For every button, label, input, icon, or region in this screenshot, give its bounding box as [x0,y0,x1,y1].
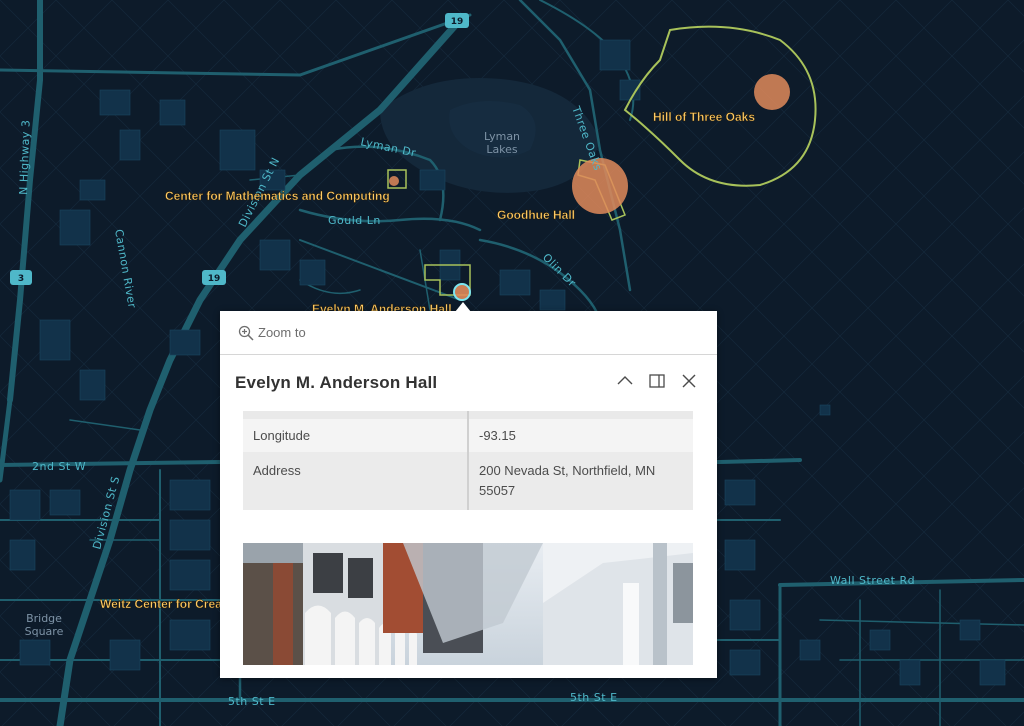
attr-key-longitude: Longitude [243,419,469,452]
area-label-lyman-lakes-1: Lyman [484,130,520,143]
street-label-5th-st-e-1: 5th St E [228,695,276,708]
address-line-1: 200 Nevada St, Northfield, MN [479,463,656,478]
street-label-highway: N Highway 3 [17,119,33,195]
street-label-2nd-st: 2nd St W [32,460,86,473]
close-icon [682,374,696,388]
table-row: Address 200 Nevada St, Northfield, MN 55… [243,452,693,510]
poi-label-weitz-center[interactable]: Weitz Center for Crea [100,597,223,611]
popup-content[interactable]: Longitude -93.15 Address 200 Nevada St, … [220,411,717,678]
street-label-gould-ln: Gould Ln [328,214,381,227]
route-19-shield-mid: 19 [202,270,226,285]
marker-anderson-hall [453,283,471,301]
svg-text:19: 19 [208,274,221,284]
collapse-button[interactable] [609,365,641,397]
area-label-bridge-square-2: Square [25,625,64,638]
poi-label-goodhue-hall[interactable]: Goodhue Hall [497,208,575,222]
svg-text:19: 19 [451,17,464,27]
svg-text:3: 3 [18,274,24,284]
popup-header: Evelyn M. Anderson Hall [220,355,717,410]
route-3-shield: 3 [10,270,32,285]
attribute-table: Longitude -93.15 Address 200 Nevada St, … [243,411,693,510]
feature-popup: Zoom to Evelyn M. Anderson Hall Longitud… [220,302,717,678]
attr-value-address: 200 Nevada St, Northfield, MN 55057 [468,452,693,510]
zoom-in-icon [238,325,254,341]
dock-button[interactable] [641,365,673,397]
area-label-bridge-square-1: Bridge [26,612,62,625]
marker-hill-of-three-oaks [754,74,790,110]
area-label-lyman-lakes-2: Lakes [486,143,518,156]
street-label-5th-st-e-2: 5th St E [570,691,618,704]
close-button[interactable] [673,365,705,397]
poi-label-cmc[interactable]: Center for Mathematics and Computing [165,189,390,203]
table-row: Longitude -93.15 [243,419,693,452]
marker-cmc [389,176,399,186]
attr-key-address: Address [243,452,469,510]
attr-value-longitude: -93.15 [468,419,693,452]
zoom-to-button[interactable]: Zoom to [220,311,717,355]
popup-title: Evelyn M. Anderson Hall [235,372,438,392]
route-19-shield-top: 19 [445,13,469,28]
address-line-2: 55057 [479,483,516,498]
poi-label-hill-of-three-oaks[interactable]: Hill of Three Oaks [653,110,756,124]
popup-pointer [455,302,471,312]
building-photo [243,543,693,665]
zoom-to-label: Zoom to [258,325,306,340]
collapse-icon [617,376,633,385]
street-label-wall-st: Wall Street Rd [830,574,915,587]
dock-icon [649,374,665,388]
